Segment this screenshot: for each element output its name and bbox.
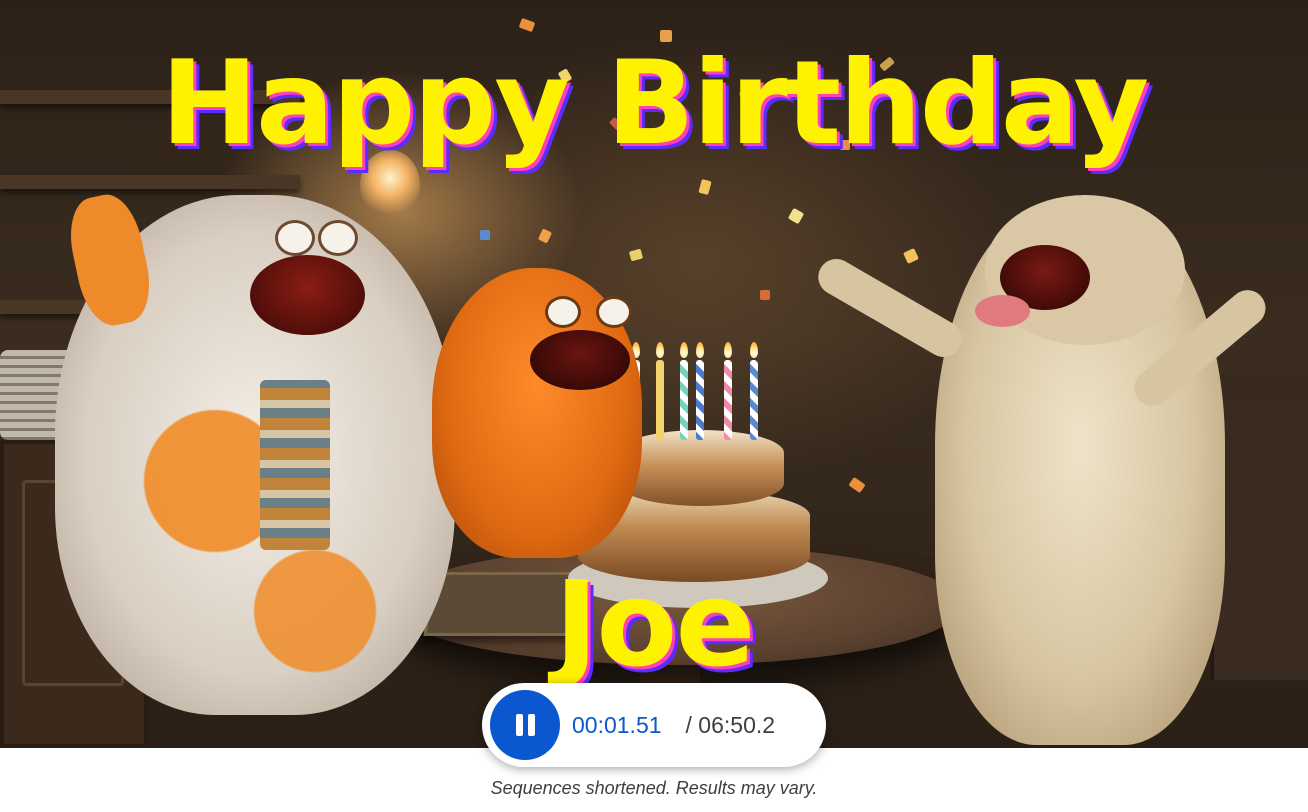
current-time: 00:01.51 — [572, 711, 662, 738]
wall-shelf — [0, 175, 300, 189]
sheep-tongue — [975, 295, 1030, 327]
birthday-name: Joe — [554, 555, 755, 693]
sheep-arm — [811, 252, 969, 364]
monster-eye — [275, 220, 315, 256]
orange-monster-eye — [596, 296, 632, 328]
knitted-scarf — [260, 380, 330, 550]
birthday-title: Happy Birthday — [160, 36, 1149, 171]
cake-top-tier — [618, 430, 784, 506]
playback-controls: 00:01.51 / 06:50.2 — [482, 683, 826, 767]
disclaimer-text: Sequences shortened. Results may vary. — [490, 778, 818, 798]
orange-monster-eye — [545, 296, 581, 328]
pause-button[interactable] — [490, 690, 560, 760]
orange-monster-mouth — [530, 330, 630, 390]
total-duration: / 06:50.2 — [685, 711, 776, 738]
monster-eye — [318, 220, 358, 256]
video-frame[interactable]: Happy Birthday Joe — [0, 0, 1308, 748]
pause-icon — [515, 714, 535, 736]
monster-mouth — [250, 255, 365, 335]
